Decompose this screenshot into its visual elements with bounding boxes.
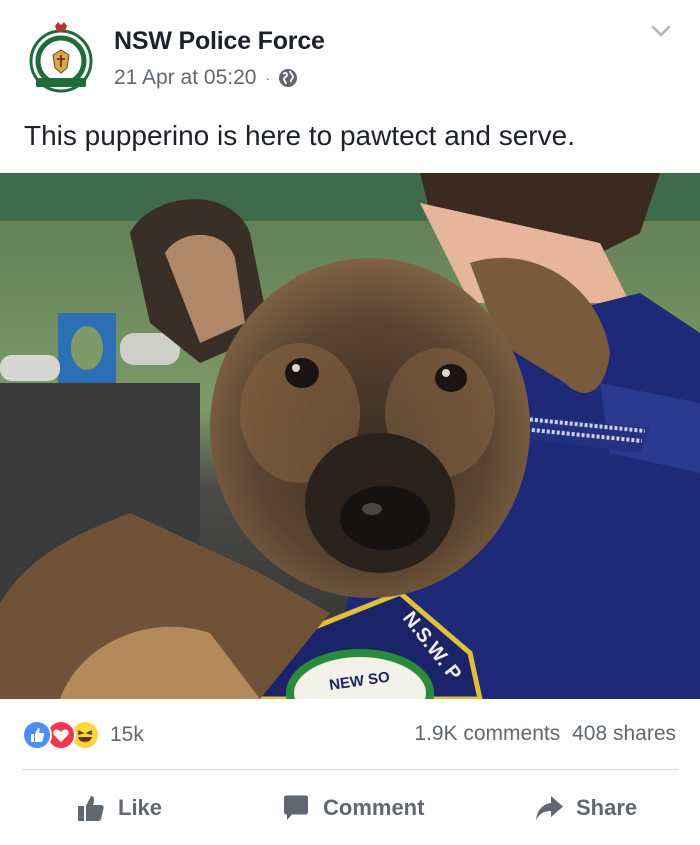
police-crest-avatar[interactable] bbox=[28, 20, 94, 96]
thumbs-up-icon bbox=[78, 796, 104, 821]
share-button[interactable]: Share bbox=[534, 788, 637, 828]
meta-separator: · bbox=[265, 70, 271, 86]
like-label: Like bbox=[118, 795, 163, 820]
like-icon bbox=[22, 720, 52, 750]
comment-label: Comment bbox=[323, 795, 425, 820]
shares-count-link[interactable]: 408 shares bbox=[572, 722, 676, 745]
puppy-photo-illustration: N.S.W. P NEW SO bbox=[0, 173, 700, 699]
engagement-stats: 1.9K comments 408 shares bbox=[408, 722, 676, 746]
post-photo[interactable]: N.S.W. P NEW SO bbox=[0, 173, 700, 699]
actions-divider bbox=[22, 769, 678, 770]
facebook-post: NSW Police Force 21 Apr at 05:20 · This … bbox=[0, 0, 700, 845]
post-meta: 21 Apr at 05:20 · bbox=[114, 66, 298, 90]
post-header: NSW Police Force 21 Apr at 05:20 · bbox=[0, 0, 700, 110]
like-button[interactable]: Like bbox=[76, 788, 162, 828]
globe-icon bbox=[279, 69, 298, 87]
comment-button[interactable]: Comment bbox=[281, 788, 424, 828]
post-timestamp[interactable]: 21 Apr at 05:20 bbox=[114, 66, 256, 90]
post-text: This pupperino is here to pawtect and se… bbox=[24, 120, 575, 151]
comment-icon bbox=[284, 795, 308, 820]
reactions-summary[interactable]: 15k bbox=[22, 718, 144, 752]
comments-count-link[interactable]: 1.9K comments bbox=[414, 722, 560, 745]
page-name[interactable]: NSW Police Force bbox=[114, 27, 325, 56]
share-arrow-icon bbox=[536, 796, 563, 820]
reaction-count: 15k bbox=[110, 723, 144, 746]
chevron-down-icon[interactable] bbox=[650, 20, 672, 42]
share-label: Share bbox=[576, 795, 638, 820]
